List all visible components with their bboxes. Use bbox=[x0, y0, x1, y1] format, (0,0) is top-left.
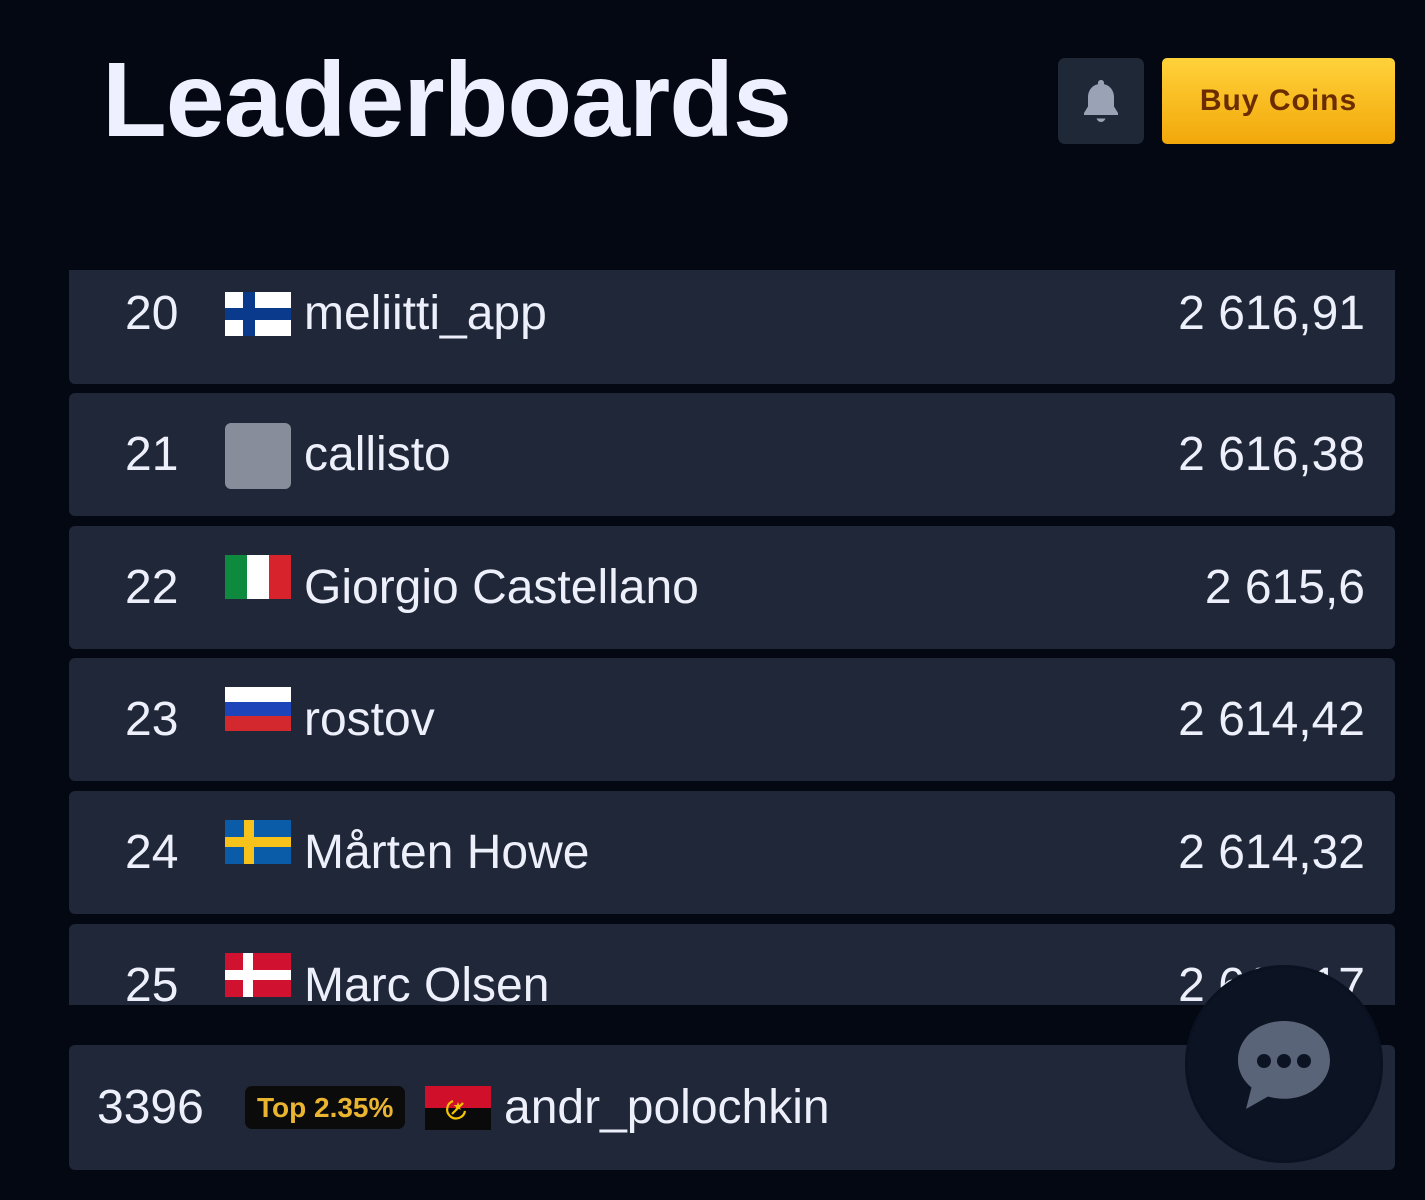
player-score: 2 615,6 bbox=[1204, 561, 1365, 614]
player-name: Marc Olsen bbox=[304, 959, 550, 1005]
rank: 21 bbox=[125, 428, 179, 481]
player-name: Mårten Howe bbox=[304, 826, 590, 879]
sweden-flag-icon bbox=[225, 820, 291, 864]
russia-flag-icon bbox=[225, 687, 291, 731]
chat-button[interactable] bbox=[1188, 968, 1380, 1160]
player-score: 2 614,32 bbox=[1178, 826, 1365, 879]
player-name: Giorgio Castellano bbox=[304, 561, 699, 614]
player-name: callisto bbox=[304, 428, 451, 481]
bell-icon bbox=[1084, 80, 1118, 122]
rank: 23 bbox=[125, 693, 179, 746]
rank: 24 bbox=[125, 826, 179, 879]
finland-flag-icon bbox=[225, 292, 291, 336]
player-name: rostov bbox=[304, 693, 435, 746]
leaderboard-row[interactable]: 22 Giorgio Castellano 2 615,6 bbox=[69, 526, 1395, 649]
denmark-flag-icon bbox=[225, 953, 291, 997]
italy-flag-icon bbox=[225, 555, 291, 599]
angola-flag-icon bbox=[425, 1086, 491, 1130]
current-user-rank: 3396 bbox=[97, 1081, 204, 1134]
avatar-placeholder bbox=[225, 423, 291, 489]
top-percent-badge: Top 2.35% bbox=[245, 1086, 406, 1129]
leaderboard-row[interactable]: 23 rostov 2 614,42 bbox=[69, 658, 1395, 781]
current-user-name: andr_polochkin bbox=[504, 1081, 830, 1134]
buy-coins-button[interactable]: Buy Coins bbox=[1162, 58, 1395, 144]
leaderboards-page: Leaderboards Buy Coins 20 meliitti_app 2… bbox=[0, 0, 1425, 1200]
leaderboard-row[interactable]: 25 Marc Olsen 2 614,17 bbox=[69, 924, 1395, 1005]
leaderboard-list[interactable]: 20 meliitti_app 2 616,91 21 callisto 2 6… bbox=[69, 270, 1395, 1005]
notifications-button[interactable] bbox=[1058, 58, 1144, 144]
rank: 20 bbox=[125, 287, 179, 340]
rank: 22 bbox=[125, 561, 179, 614]
chat-bubble-icon bbox=[1238, 1021, 1330, 1109]
leaderboard-row[interactable]: 24 Mårten Howe 2 614,32 bbox=[69, 791, 1395, 914]
player-score: 2 616,91 bbox=[1178, 287, 1365, 340]
player-name: meliitti_app bbox=[304, 287, 547, 340]
leaderboard-row[interactable]: 20 meliitti_app 2 616,91 bbox=[69, 270, 1395, 384]
rank: 25 bbox=[125, 959, 179, 1005]
player-score: 2 616,38 bbox=[1178, 428, 1365, 481]
leaderboard-row[interactable]: 21 callisto 2 616,38 bbox=[69, 393, 1395, 516]
page-title: Leaderboards bbox=[102, 41, 792, 159]
player-score: 2 614,42 bbox=[1178, 693, 1365, 746]
